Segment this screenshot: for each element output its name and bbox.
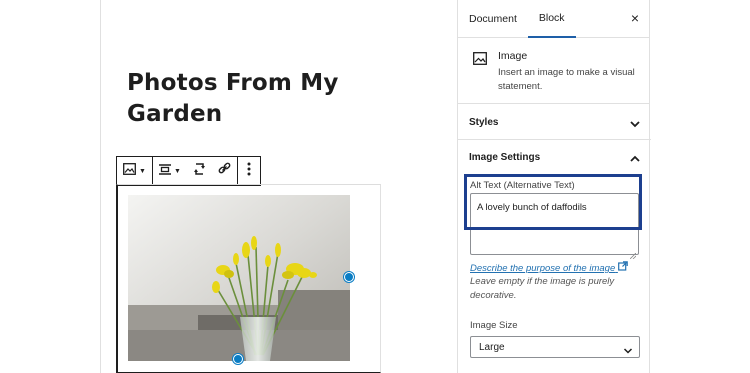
resize-grip-icon[interactable] xyxy=(629,246,637,260)
block-card-description: Insert an image to make a visual stateme… xyxy=(498,67,635,92)
chevron-down-icon: ▼ xyxy=(173,167,181,175)
block-type-button[interactable]: ▼ xyxy=(117,157,152,185)
align-center-icon xyxy=(158,162,171,180)
external-link-icon xyxy=(617,261,628,274)
post-title[interactable]: Photos From My Garden xyxy=(127,68,427,130)
link-button[interactable] xyxy=(212,157,237,185)
align-button[interactable]: ▼ xyxy=(153,157,187,185)
daffodils-image[interactable] xyxy=(128,195,350,361)
close-icon[interactable]: × xyxy=(631,11,639,25)
resize-handle-right[interactable] xyxy=(344,272,354,282)
more-vertical-icon xyxy=(247,162,251,181)
chevron-down-icon xyxy=(629,117,641,129)
image-icon xyxy=(123,162,136,180)
resize-handle-bottom[interactable] xyxy=(233,354,243,364)
panel-title-styles: Styles xyxy=(469,117,499,128)
image-size-select[interactable]: Large xyxy=(470,336,640,358)
more-options-button[interactable] xyxy=(238,157,260,185)
tab-document[interactable]: Document xyxy=(458,0,528,38)
editor-canvas: Photos From My Garden ▼ ▼ xyxy=(100,0,445,373)
tab-block[interactable]: Block xyxy=(527,0,576,38)
alt-text-highlight xyxy=(464,174,642,230)
image-icon xyxy=(473,52,487,70)
sidebar-tabs: Document Block × xyxy=(458,0,649,38)
image-block[interactable] xyxy=(116,184,381,373)
alt-text-help: Leave empty if the image is purely decor… xyxy=(470,276,615,301)
block-toolbar: ▼ ▼ xyxy=(116,156,261,186)
panel-title-image-settings[interactable]: Image Settings xyxy=(469,152,540,163)
image-size-label: Image Size xyxy=(470,320,518,331)
block-card-title: Image xyxy=(498,50,528,62)
chevron-down-icon: ▼ xyxy=(139,167,146,175)
help-link-text: Describe the purpose of the image xyxy=(470,263,616,274)
replace-icon xyxy=(193,162,206,180)
chevron-down-icon xyxy=(623,343,633,361)
panel-styles[interactable]: Styles xyxy=(458,104,651,140)
link-icon xyxy=(218,162,231,180)
describe-purpose-link[interactable]: Describe the purpose of the image xyxy=(470,261,628,274)
chevron-up-icon[interactable] xyxy=(629,152,641,164)
replace-button[interactable] xyxy=(187,157,212,185)
image-size-value: Large xyxy=(479,342,505,353)
